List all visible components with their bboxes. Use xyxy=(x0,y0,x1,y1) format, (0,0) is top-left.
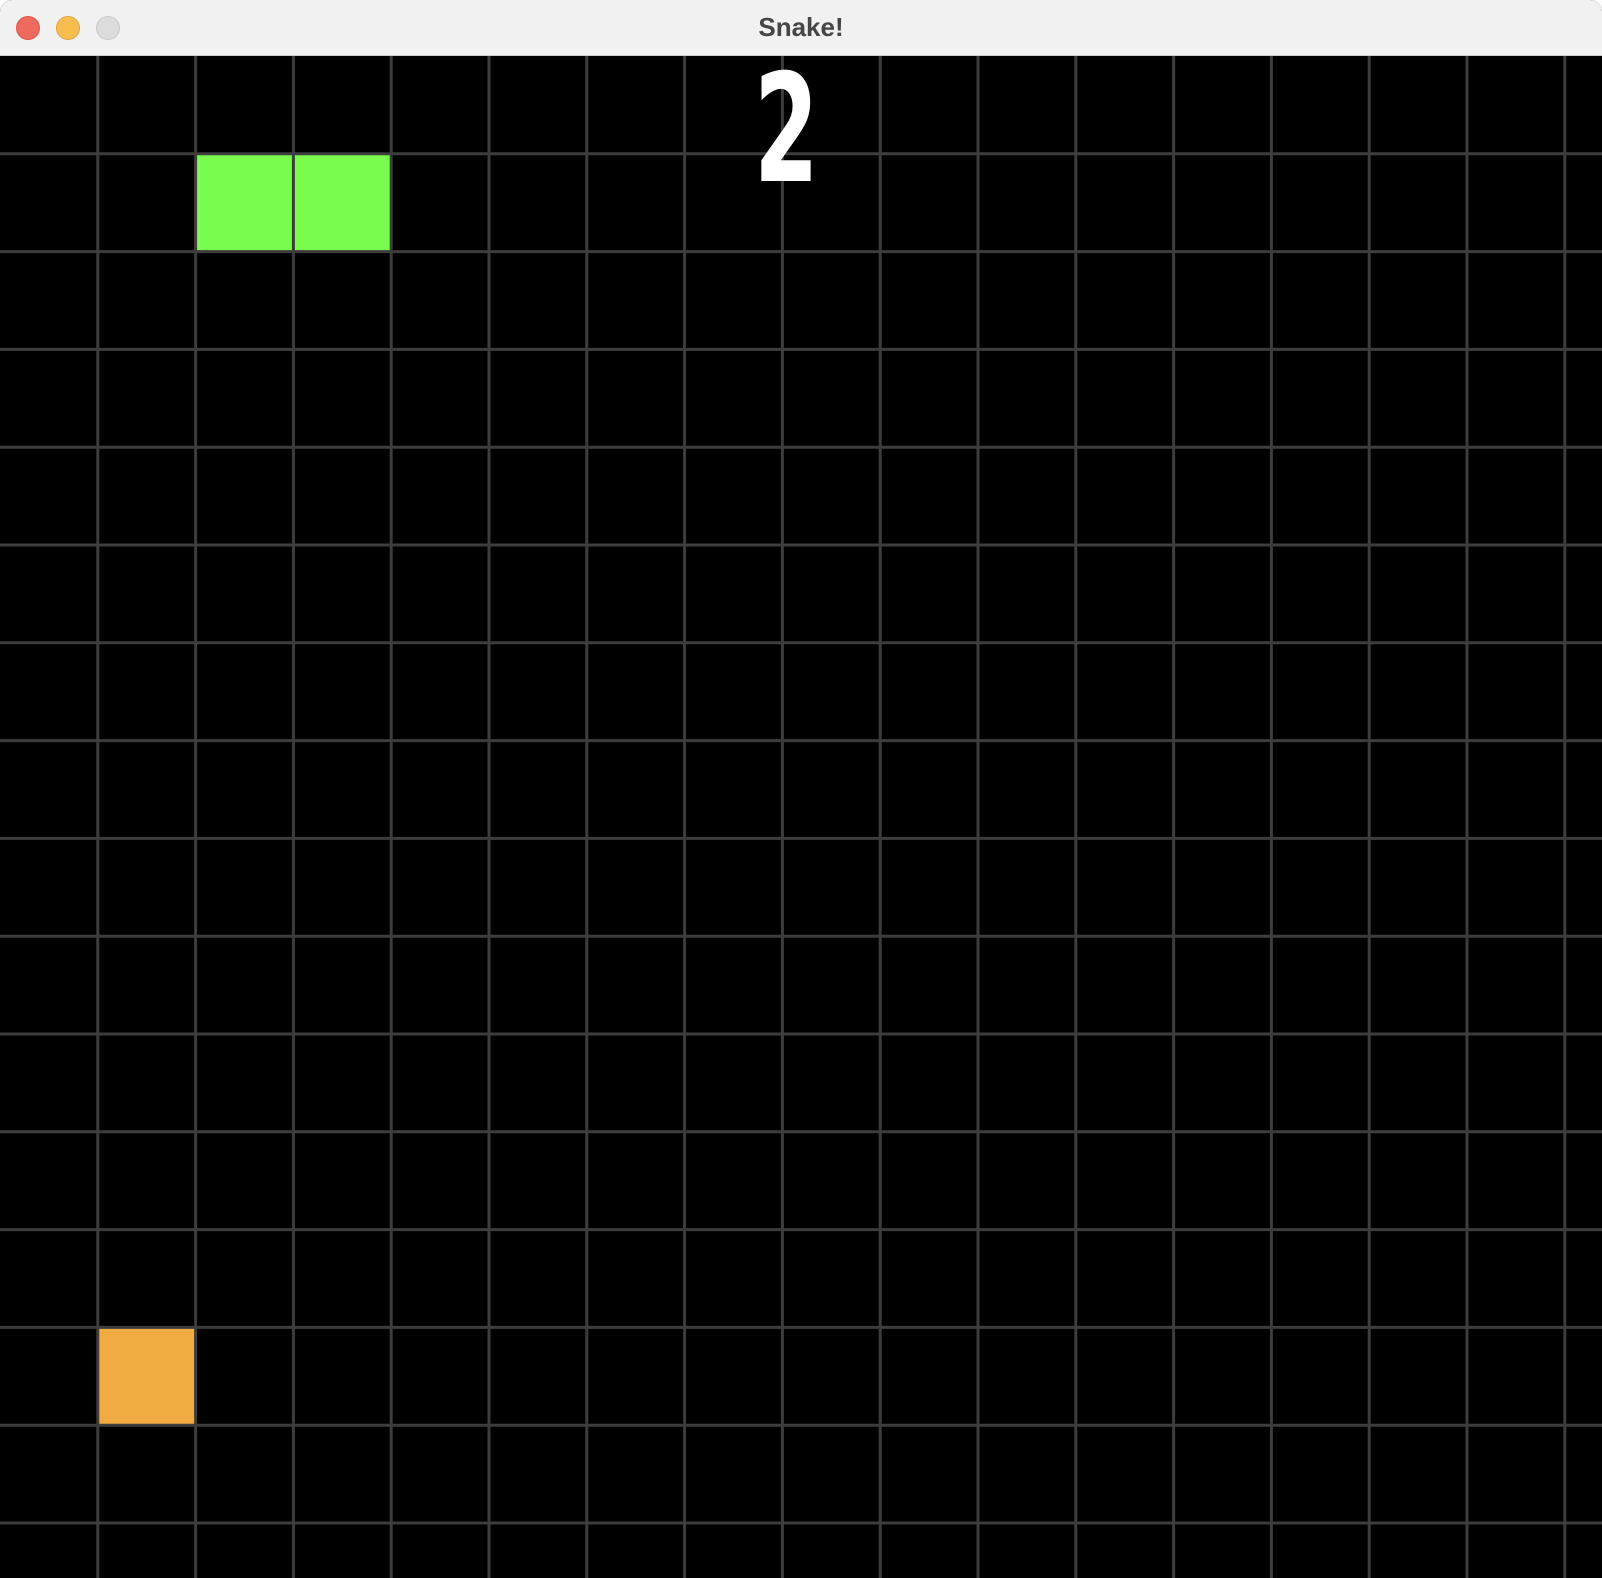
game-window: Snake! 2 xyxy=(0,0,1602,1578)
title-bar[interactable]: Snake! xyxy=(0,0,1602,56)
score-display: 2 xyxy=(753,56,819,217)
food-item xyxy=(97,1327,196,1426)
snake-segment xyxy=(293,153,392,252)
snake-segment xyxy=(195,153,294,252)
game-board[interactable]: 2 xyxy=(0,56,1602,1578)
game-grid xyxy=(0,56,1602,1578)
window-title: Snake! xyxy=(758,12,844,42)
